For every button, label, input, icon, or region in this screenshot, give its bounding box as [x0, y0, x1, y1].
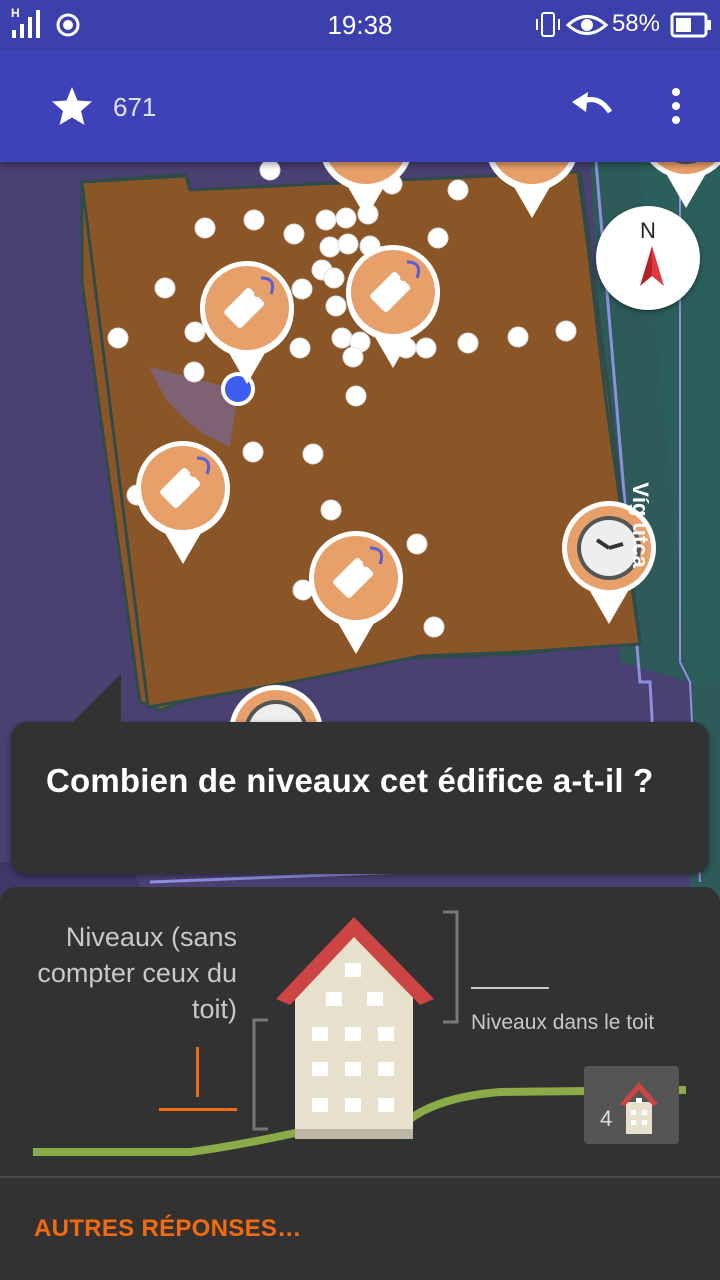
price-tag-marker[interactable] [344, 243, 442, 370]
compass-needle-icon [640, 246, 664, 286]
other-answers-button[interactable]: AUTRES RÉPONSES… [34, 1215, 302, 1243]
eye-icon [565, 15, 609, 35]
small-building-icon [620, 1082, 658, 1134]
question-text: Combien de niveaux cet édifice a-t-il ? [46, 762, 654, 799]
app-bar: 671 [0, 50, 720, 162]
price-tag-marker[interactable] [198, 259, 296, 386]
levels-input[interactable] [159, 1045, 237, 1111]
star-icon[interactable] [50, 84, 94, 128]
speech-bubble-tail [71, 674, 121, 724]
roof-levels-label: Niveaux dans le toit [471, 1011, 655, 1034]
clock-marker[interactable] [637, 162, 720, 210]
status-bar: H 19:38 58% [0, 0, 720, 50]
roof-levels-input[interactable] [471, 987, 549, 989]
price-tag-marker[interactable] [317, 162, 415, 220]
street-name-label: Víg utca [627, 482, 653, 568]
answer-panel: Niveaux (sans compter ceux du toit) Nive… [0, 887, 720, 1280]
badge-number: 4 [600, 1106, 613, 1131]
price-tag-marker[interactable] [134, 439, 232, 566]
building-type-badge[interactable]: 4 [584, 1066, 679, 1144]
price-tag-marker[interactable] [483, 162, 581, 220]
battery-percentage: 58% [611, 10, 660, 37]
overflow-menu-icon[interactable] [664, 84, 688, 128]
divider [0, 1176, 720, 1178]
compass-button[interactable]: N [596, 206, 700, 310]
battery-icon [670, 12, 711, 38]
undo-icon[interactable] [568, 86, 616, 126]
vibrate-icon [536, 12, 560, 37]
star-count: 671 [113, 92, 157, 122]
price-tag-marker[interactable] [307, 529, 405, 656]
quest-question-card: Combien de niveaux cet édifice a-t-il ? [11, 674, 709, 874]
